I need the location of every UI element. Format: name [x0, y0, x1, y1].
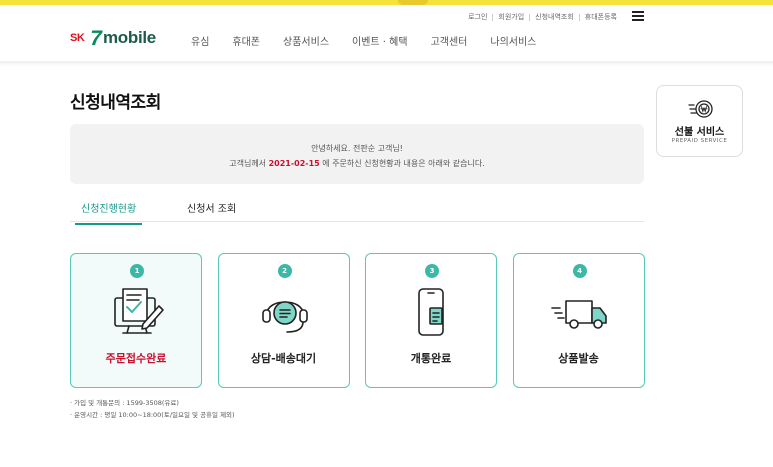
divider	[492, 13, 494, 21]
step-number: 4	[572, 264, 587, 278]
note-operating-hours: · 운영시간 : 평일 10:00~18:00(토/일요일 및 공휴일 제외)	[70, 411, 235, 419]
delivery-truck-icon	[550, 300, 607, 329]
prepaid-service-banner[interactable]: 선불 서비스 PREPAID SERVICE	[656, 85, 743, 157]
top-bar-notch	[398, 0, 428, 5]
prepaid-won-icon	[688, 100, 713, 118]
main-nav: 유심 휴대폰 상품서비스 이벤트 · 혜택 고객센터 나의서비스	[191, 33, 559, 48]
nav-customer-center[interactable]: 고객센터	[431, 33, 468, 48]
nav-phone[interactable]: 휴대폰	[232, 33, 260, 48]
nav-event-benefit[interactable]: 이벤트 · 혜택	[352, 33, 408, 48]
login-link[interactable]: 로그인	[468, 12, 487, 22]
greeting-line1: 안녕하세요. 전판순 고객님!	[311, 144, 403, 153]
info-notes: · 가입 및 개통문의 : 1599-3508(유료) · 운영시간 : 평일 …	[70, 397, 235, 421]
top-accent-bar	[0, 0, 773, 5]
greeting-prefix: 고객님께서	[229, 159, 269, 168]
header-divider	[0, 61, 773, 66]
step-order-received: 1 주문접수완료	[70, 253, 202, 388]
note-inquiry-phone: · 가입 및 개통문의 : 1599-3508(유료)	[70, 399, 179, 407]
signup-link[interactable]: 회원가입	[498, 12, 524, 22]
divider	[578, 13, 580, 21]
tab-application-lookup[interactable]: 신청서 조회	[187, 200, 236, 215]
greeting-box: 안녕하세요. 전판순 고객님! 고객님께서 2021-02-15 에 주문하신 …	[70, 124, 644, 184]
logo-seven-text: 7	[90, 26, 102, 50]
logo-mobile-text: mobile	[102, 28, 156, 47]
phone-register-link[interactable]: 휴대폰등록	[585, 12, 617, 22]
hamburger-menu-icon[interactable]	[632, 11, 644, 21]
utility-nav: 로그인 회원가입 신청내역조회 휴대폰등록	[468, 12, 617, 22]
step-consult-delivery: 2 상담-배송대기	[217, 253, 350, 388]
sk-7mobile-logo[interactable]: SK 7 mobile	[70, 27, 156, 49]
step-label: 상품발송	[558, 352, 599, 365]
progress-steps: 1 주문접수완료 2 상담-배송대기 3 개통완료 4 상품발송	[70, 253, 645, 388]
step-label: 개통완료	[410, 352, 452, 365]
step-label: 상담-배송대기	[250, 352, 317, 365]
status-tabs: 신청진행현황 신청서 조회	[70, 196, 644, 225]
phone-sim-icon	[418, 288, 444, 336]
logo-sk-text: SK	[70, 32, 85, 44]
order-document-icon	[114, 288, 164, 334]
greeting-suffix: 에 주문하신 신청현황과 내용은 아래와 같습니다.	[319, 159, 485, 168]
step-number: 2	[277, 264, 292, 278]
tab-application-progress[interactable]: 신청진행현황	[75, 200, 143, 225]
divider	[529, 13, 531, 21]
step-number: 3	[425, 264, 439, 278]
step-activation-complete: 3 개통완료	[365, 253, 497, 388]
nav-usim[interactable]: 유심	[191, 33, 209, 48]
prepaid-subtitle: PREPAID SERVICE	[671, 138, 728, 144]
page-title: 신청내역조회	[70, 93, 161, 113]
order-history-link[interactable]: 신청내역조회	[535, 12, 574, 22]
nav-my-service[interactable]: 나의서비스	[490, 33, 536, 48]
greeting-line2: 고객님께서 2021-02-15 에 주문하신 신청현황과 내용은 아래와 같습…	[70, 156, 644, 171]
step-number: 1	[130, 264, 144, 278]
nav-product-service[interactable]: 상품서비스	[283, 33, 329, 48]
step-product-shipped: 4 상품발송	[512, 253, 645, 388]
step-label: 주문접수완료	[105, 352, 167, 365]
order-date: 2021-02-15	[268, 159, 320, 168]
headset-icon	[261, 301, 308, 333]
prepaid-title: 선불 서비스	[674, 127, 725, 138]
